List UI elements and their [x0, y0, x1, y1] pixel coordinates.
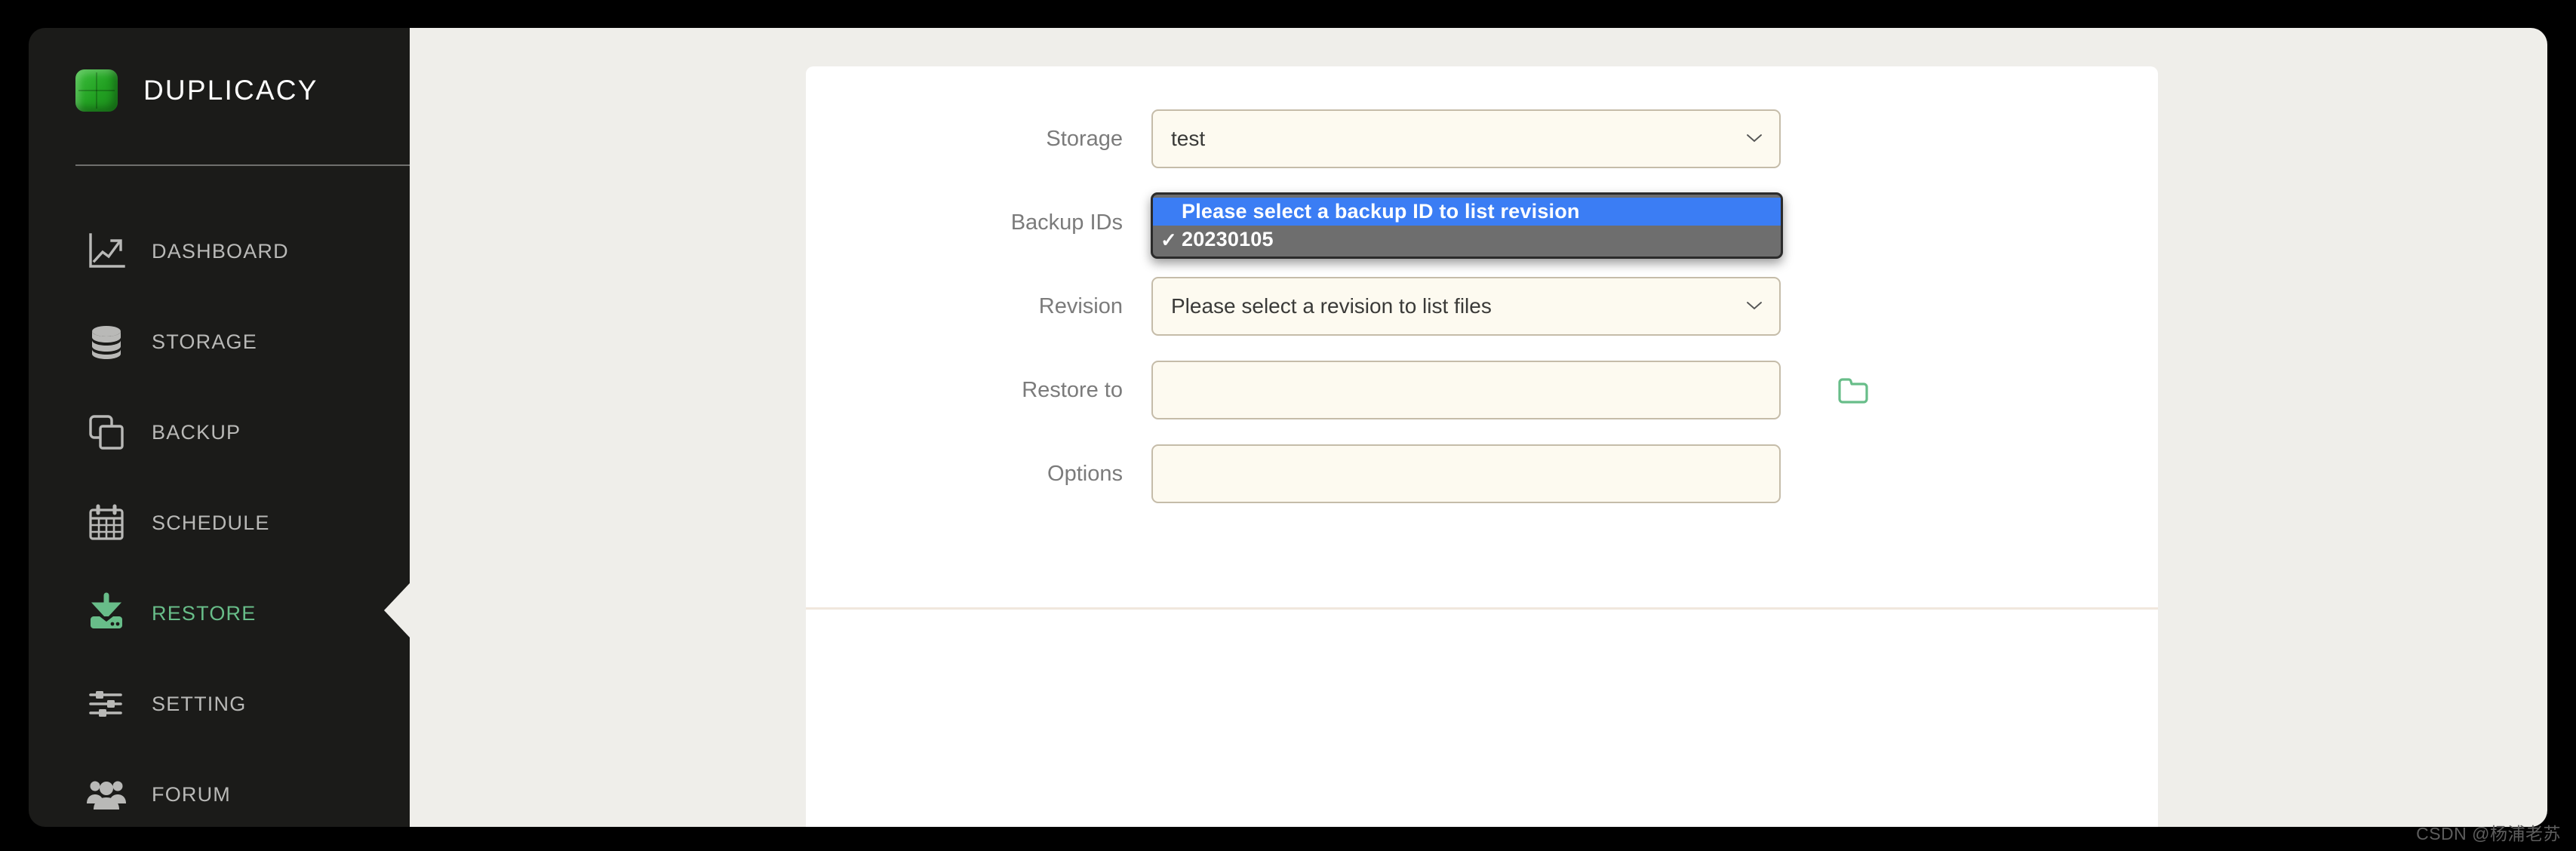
restore-to-input-wrap: [1151, 361, 1868, 419]
dropdown-option-label: Please select a backup ID to list revisi…: [1182, 200, 1580, 223]
chart-line-icon: [85, 230, 128, 272]
sidebar-item-label: SCHEDULE: [152, 511, 270, 534]
dropdown-option[interactable]: ✓ Please select a backup ID to list revi…: [1153, 198, 1781, 226]
sidebar-item-restore[interactable]: RESTORE: [29, 568, 410, 659]
sidebar-item-setting[interactable]: SETTING: [29, 659, 410, 749]
dropdown-option[interactable]: ✓ 20230105: [1153, 226, 1781, 253]
options-label: Options: [1047, 461, 1123, 486]
download-box-icon: [85, 592, 128, 634]
sidebar-nav: DASHBOARD STORAGE BACKUP SCHEDULE RESTOR…: [29, 206, 410, 827]
form-row-storage: Storage test: [806, 103, 2158, 175]
active-item-pointer: [384, 583, 410, 637]
sidebar-item-label: BACKUP: [152, 420, 241, 444]
sidebar-item-label: STORAGE: [152, 330, 257, 353]
revision-label: Revision: [1038, 293, 1123, 318]
duplicacy-cube-logo-icon: [75, 69, 118, 112]
database-icon: [85, 321, 128, 363]
sidebar-item-dashboard[interactable]: DASHBOARD: [29, 206, 410, 296]
sidebar-divider: [75, 164, 410, 166]
restore-to-input[interactable]: [1151, 361, 1781, 419]
form-row-options: Options: [806, 438, 2158, 510]
options-input-wrap: [1151, 444, 1781, 503]
storage-select-wrap: test: [1151, 109, 1781, 168]
sidebar-item-label: DASHBOARD: [152, 239, 289, 263]
watermark: CSDN @杨浦老苏: [2416, 824, 2561, 843]
storage-label: Storage: [1046, 126, 1123, 151]
users-icon: [85, 773, 128, 816]
check-icon: ✓: [1160, 202, 1182, 222]
sidebar-item-storage[interactable]: STORAGE: [29, 296, 410, 387]
sidebar-item-label: SETTING: [152, 692, 247, 715]
backup-ids-dropdown[interactable]: ✓ Please select a backup ID to list revi…: [1151, 192, 1783, 259]
options-input[interactable]: [1151, 444, 1781, 503]
sliders-icon: [85, 683, 128, 725]
app-window: DUPLICACY DASHBOARD STORAGE BACKUP SCHED…: [0, 0, 2576, 851]
restore-to-label: Restore to: [1022, 377, 1123, 402]
sidebar-item-forum[interactable]: FORUM: [29, 749, 410, 827]
check-icon: ✓: [1160, 228, 1177, 251]
form-row-restore-to: Restore to: [806, 354, 2158, 426]
sidebar: DUPLICACY DASHBOARD STORAGE BACKUP SCHED…: [29, 28, 410, 827]
sidebar-item-label: RESTORE: [152, 601, 257, 625]
card-divider: [806, 607, 2158, 610]
sidebar-item-backup[interactable]: BACKUP: [29, 387, 410, 478]
brand: DUPLICACY: [75, 64, 318, 117]
calendar-icon: [85, 502, 128, 544]
folder-icon[interactable]: [1835, 372, 1871, 408]
storage-select[interactable]: test: [1151, 109, 1781, 168]
sidebar-item-schedule[interactable]: SCHEDULE: [29, 478, 410, 568]
revision-select-wrap: Please select a revision to list files: [1151, 277, 1781, 336]
sidebar-item-label: FORUM: [152, 782, 231, 806]
brand-title: DUPLICACY: [143, 75, 318, 106]
backup-ids-label: Backup IDs: [1010, 210, 1123, 235]
form-row-revision: Revision Please select a revision to lis…: [806, 270, 2158, 343]
revision-select[interactable]: Please select a revision to list files: [1151, 277, 1781, 336]
dropdown-option-label: 20230105: [1182, 228, 1274, 250]
copy-icon: [85, 411, 128, 453]
content-area: Storage test Backup IDs Revision Please …: [410, 28, 2547, 827]
restore-form-card: Storage test Backup IDs Revision Please …: [806, 66, 2158, 827]
